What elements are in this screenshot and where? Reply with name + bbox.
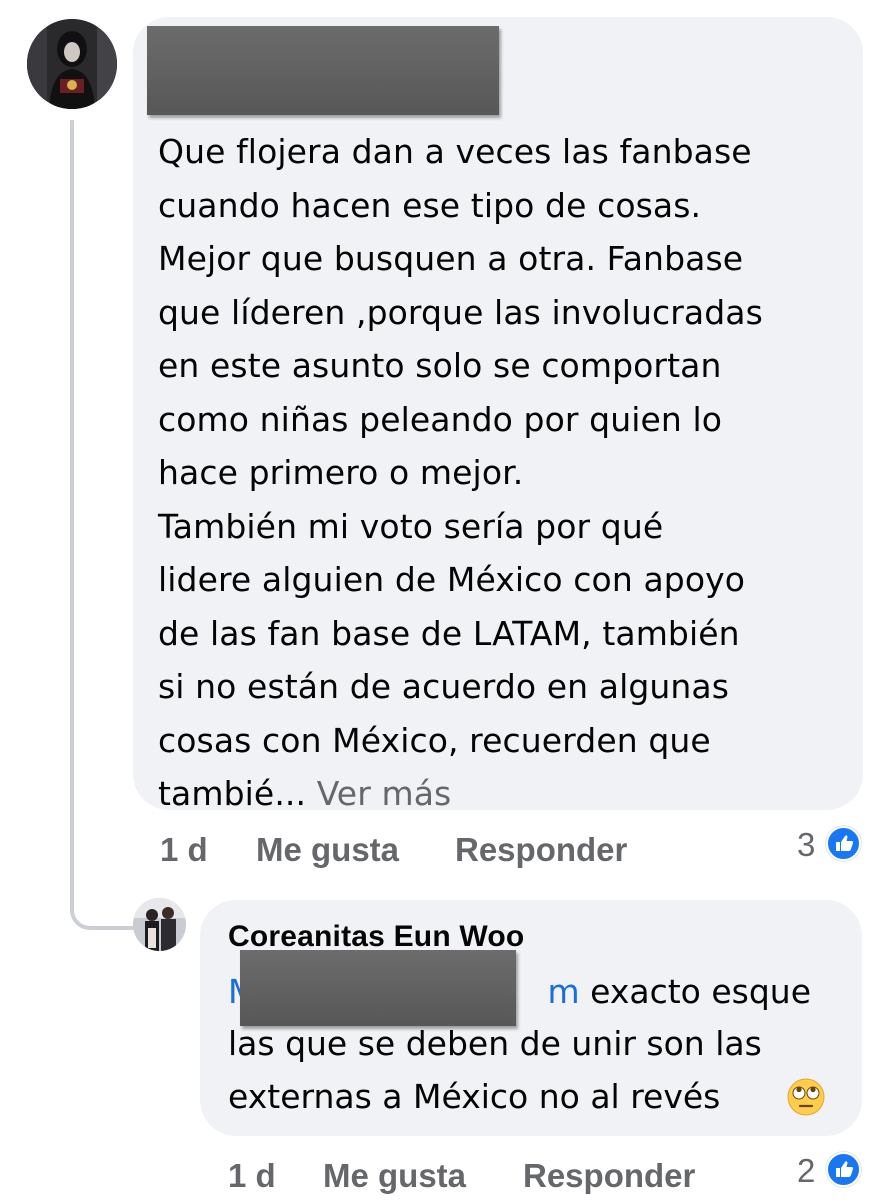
- commenter-avatar[interactable]: [27, 19, 117, 109]
- reply-author-avatar[interactable]: [133, 898, 186, 951]
- redacted-author-name: [147, 26, 499, 115]
- reply-like-button[interactable]: Me gusta: [323, 1157, 466, 1195]
- reply-text-line1: exacto esque: [579, 972, 812, 1011]
- reply-author-name[interactable]: Coreanitas Eun Woo: [228, 920, 524, 954]
- reply-reply-button[interactable]: Responder: [523, 1157, 695, 1195]
- comment-timestamp[interactable]: 1 d: [160, 831, 208, 869]
- reply-reaction-count[interactable]: 2: [797, 1152, 815, 1190]
- redacted-mention-name: [240, 950, 516, 1026]
- reaction-count[interactable]: 3: [797, 826, 815, 864]
- reply-like-reaction-icon: [826, 1152, 861, 1187]
- mention-link-end[interactable]: m: [547, 972, 579, 1011]
- comment-text: Que flojera dan a veces las fanbase cuan…: [158, 125, 848, 821]
- like-button[interactable]: Me gusta: [256, 831, 399, 869]
- reply-text-line3: externas a México no al revés: [228, 1077, 721, 1116]
- reply-timestamp[interactable]: 1 d: [228, 1157, 276, 1195]
- comment-body: Que flojera dan a veces las fanbase cuan…: [158, 132, 763, 813]
- see-more-link[interactable]: Ver más: [317, 774, 452, 813]
- like-reaction-icon: [826, 826, 861, 861]
- face-with-rolling-eyes-icon: [786, 1077, 826, 1117]
- reply-button[interactable]: Responder: [455, 831, 627, 869]
- thread-connector-line: [70, 120, 136, 930]
- reply-text-line2: las que se deben de unir son las: [228, 1024, 762, 1063]
